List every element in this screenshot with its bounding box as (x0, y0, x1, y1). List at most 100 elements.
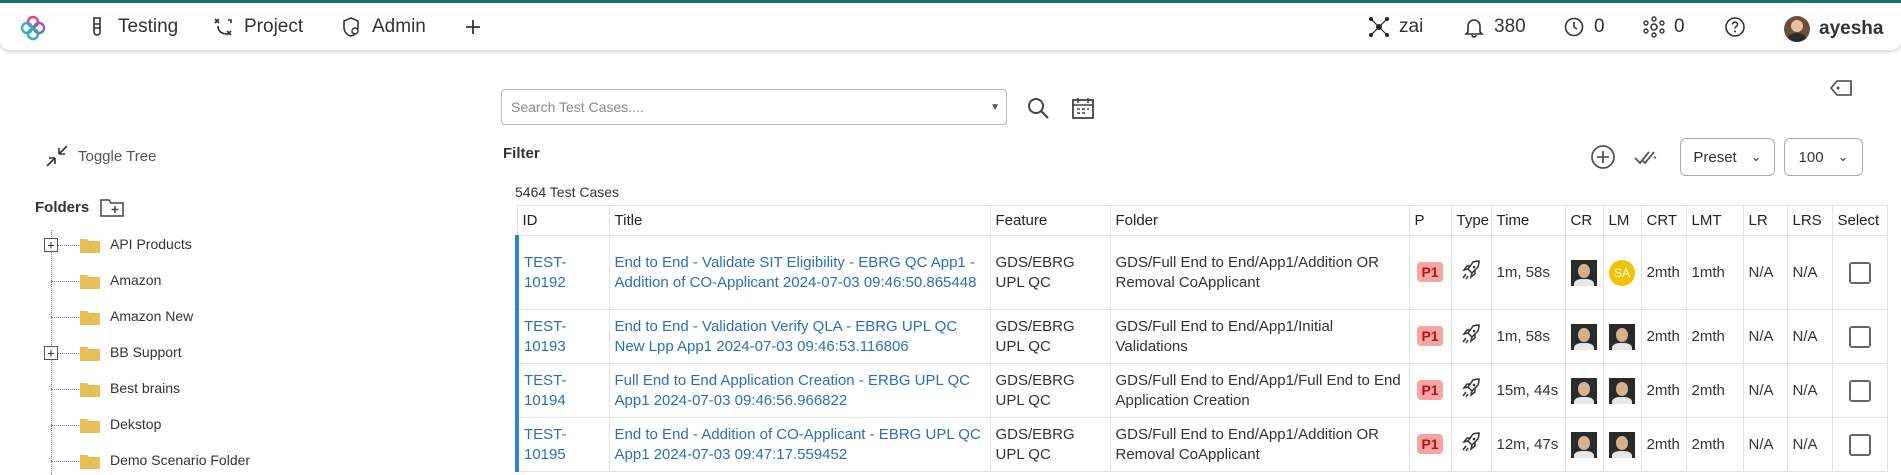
column-header-feature[interactable]: Feature (989, 205, 1111, 236)
network-button[interactable]: 0 (1643, 16, 1685, 38)
select-cell (1831, 417, 1888, 472)
add-folder-icon[interactable] (99, 196, 125, 218)
test-title-link[interactable]: End to End - Addition of CO-Applicant - … (608, 417, 991, 472)
folder-label: Demo Scenario Folder (110, 452, 251, 468)
column-header-lr[interactable]: LR (1742, 205, 1788, 236)
nav-admin[interactable]: Admin (340, 16, 426, 38)
folder-item-best-brains[interactable]: Best brains (40, 374, 440, 404)
notifications-button[interactable]: 380 (1463, 16, 1526, 38)
folders-header: Folders (35, 196, 125, 218)
flask-icon (93, 17, 101, 36)
user-name: ayesha (1819, 18, 1884, 39)
lm-cell (1602, 417, 1642, 472)
workspace-selector[interactable]: zai (1368, 16, 1423, 38)
lr-cell: N/A (1742, 417, 1788, 472)
search-icon[interactable] (1026, 96, 1050, 120)
test-id-link[interactable]: TEST-10192 (515, 235, 610, 310)
folder-cell: GDS/Full End to End/App1/Addition OR Rem… (1109, 235, 1410, 310)
column-header-id[interactable]: ID (516, 205, 610, 236)
type-cell (1450, 235, 1492, 310)
folder-icon (80, 455, 100, 469)
column-header-time[interactable]: Time (1490, 205, 1566, 236)
folder-icon (80, 275, 100, 289)
modifier-avatar (1609, 431, 1635, 458)
test-title-link[interactable]: Full End to End Application Creation - E… (608, 363, 991, 418)
nav-testing-label: Testing (118, 16, 179, 37)
expand-toggle-icon[interactable]: + (44, 346, 58, 360)
table-row[interactable]: TEST-10192 End to End - Validate SIT Eli… (515, 235, 1888, 310)
project-icon (214, 18, 232, 36)
column-header-lm[interactable]: LM (1602, 205, 1642, 236)
expand-toggle-icon[interactable]: + (44, 238, 58, 252)
column-header-type[interactable]: Type (1450, 205, 1492, 236)
table-row[interactable]: TEST-10193 End to End - Validation Verif… (515, 309, 1888, 364)
feature-cell: GDS/EBRG UPL QC (989, 309, 1111, 364)
double-check-icon[interactable] (1634, 147, 1660, 167)
top-navbar: Testing Project Admin zai 380 0 0 ayesha (0, 0, 1901, 50)
folders-title: Folders (35, 198, 90, 216)
time-cell: 15m, 44s (1490, 363, 1566, 418)
folder-cell: GDS/Full End to End/App1/Full End to End… (1109, 363, 1410, 418)
type-cell (1450, 363, 1492, 418)
column-header-title[interactable]: Title (608, 205, 991, 236)
folder-item-bb-support[interactable]: + BB Support (40, 338, 440, 368)
pending-button[interactable]: 0 (1563, 16, 1605, 38)
creator-avatar (1571, 323, 1597, 350)
column-header-folder[interactable]: Folder (1109, 205, 1410, 236)
column-header-lmt[interactable]: LMT (1685, 205, 1744, 236)
test-id-link[interactable]: TEST-10194 (515, 363, 610, 418)
test-title-link[interactable]: End to End - Validation Verify QLA - EBR… (608, 309, 991, 364)
row-select-checkbox[interactable] (1848, 379, 1871, 402)
user-menu[interactable]: ayesha (1784, 16, 1883, 42)
folder-item-demo-scenario[interactable]: Demo Scenario Folder (40, 446, 440, 475)
toggle-tree-button[interactable]: Toggle Tree (44, 143, 156, 169)
table-row[interactable]: TEST-10194 Full End to End Application C… (515, 363, 1888, 418)
toggle-tree-label: Toggle Tree (78, 147, 157, 165)
preset-select[interactable]: Preset ⌄ (1680, 138, 1775, 176)
table-row[interactable]: TEST-10195 End to End - Addition of CO-A… (515, 417, 1888, 472)
column-header-cr[interactable]: CR (1564, 205, 1604, 236)
app-logo-icon[interactable] (20, 15, 46, 41)
nav-testing[interactable]: Testing (86, 16, 178, 38)
folder-icon (80, 419, 100, 433)
user-avatar (1784, 16, 1810, 42)
test-cases-table: ID Title Feature Folder P Type Time CR L… (515, 205, 1888, 472)
column-header-crt[interactable]: CRT (1640, 205, 1687, 236)
filter-label[interactable]: Filter (503, 145, 540, 162)
creator-avatar (1571, 377, 1597, 404)
add-nav-button[interactable] (462, 16, 484, 38)
notifications-count: 380 (1494, 16, 1526, 37)
row-select-checkbox[interactable] (1848, 433, 1871, 456)
folder-icon (80, 311, 100, 325)
page-size-select[interactable]: 100 ⌄ (1784, 138, 1863, 176)
test-title-link[interactable]: End to End - Validate SIT Eligibility - … (608, 235, 991, 310)
search-dropdown-caret-icon[interactable]: ▼ (990, 102, 1000, 113)
search-test-cases[interactable]: ▼ (501, 89, 1007, 125)
test-id-link[interactable]: TEST-10195 (515, 417, 610, 472)
row-select-checkbox[interactable] (1848, 261, 1871, 284)
nav-project[interactable]: Project (212, 16, 303, 38)
feature-cell: GDS/EBRG UPL QC (989, 417, 1111, 472)
folder-item-amazon[interactable]: Amazon (40, 266, 440, 296)
column-header-lrs[interactable]: LRS (1786, 205, 1833, 236)
test-id-link[interactable]: TEST-10193 (515, 309, 610, 364)
folder-item-dekstop[interactable]: Dekstop (40, 410, 440, 440)
calendar-icon[interactable] (1071, 96, 1095, 120)
clock-icon (1564, 17, 1584, 37)
search-input[interactable] (502, 90, 962, 124)
type-cell (1450, 309, 1492, 364)
folder-item-amazon-new[interactable]: Amazon New (40, 302, 440, 332)
help-button[interactable] (1724, 16, 1746, 38)
row-select-checkbox[interactable] (1848, 325, 1871, 348)
add-circle-icon[interactable] (1590, 144, 1616, 170)
priority-cell: P1 (1408, 309, 1452, 364)
priority-cell: P1 (1408, 417, 1452, 472)
feature-cell: GDS/EBRG UPL QC (989, 235, 1111, 310)
column-header-priority[interactable]: P (1408, 205, 1452, 236)
column-header-select[interactable]: Select (1831, 205, 1888, 236)
lmt-cell: 1mth (1685, 235, 1744, 310)
test-case-count: 5464 Test Cases (515, 184, 620, 200)
folder-item-api-products[interactable]: + API Products (40, 230, 440, 260)
folder-cell: GDS/Full End to End/App1/Initial Validat… (1109, 309, 1410, 364)
tag-icon[interactable] (1829, 78, 1853, 98)
